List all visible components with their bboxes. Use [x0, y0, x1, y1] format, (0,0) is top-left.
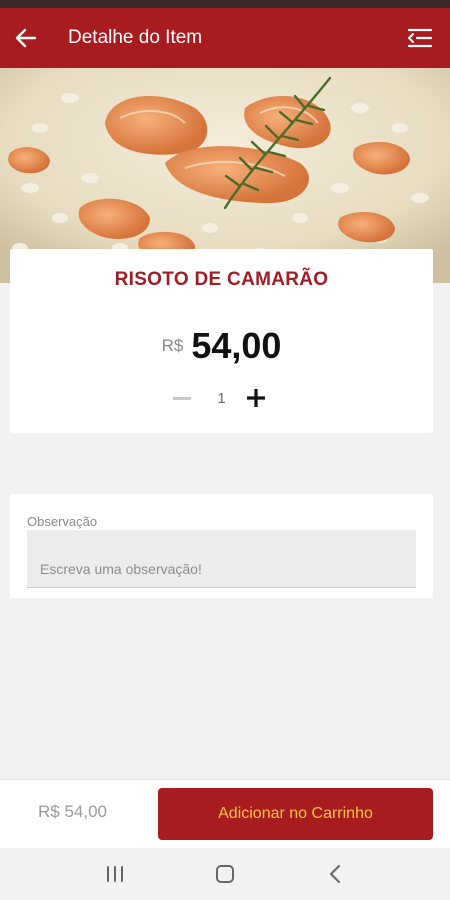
menu-lines-icon [407, 28, 433, 48]
app-header: Detalhe do Item [0, 8, 450, 68]
total-price: R$ 54,00 [38, 802, 107, 821]
price-currency: R$ [161, 336, 184, 355]
back-button[interactable] [4, 16, 48, 60]
recent-apps-icon [107, 866, 123, 882]
price-value: 54,00 [191, 325, 282, 366]
recent-apps-button[interactable] [95, 854, 135, 894]
home-button[interactable] [205, 854, 245, 894]
item-card: RISOTO DE CAMARÃO R$ 54,00 1 [10, 249, 433, 433]
increase-quantity-button[interactable] [241, 385, 271, 411]
back-chevron-icon [330, 865, 340, 883]
quantity-value: 1 [217, 389, 226, 407]
quantity-stepper: 1 [10, 385, 433, 411]
add-to-cart-button[interactable]: Adicionar no Carrinho [158, 788, 433, 840]
system-navigation-bar [0, 848, 450, 900]
home-icon [216, 865, 234, 883]
menu-button[interactable] [398, 16, 442, 60]
plus-icon [246, 389, 265, 407]
observation-label: Observação [27, 514, 98, 529]
decrease-quantity-button[interactable] [172, 396, 191, 400]
arrow-left-icon [15, 28, 37, 48]
item-price: R$ 54,00 [10, 325, 433, 367]
observation-input[interactable] [27, 530, 416, 588]
item-name: RISOTO DE CAMARÃO [114, 269, 329, 290]
status-bar [0, 0, 450, 8]
page-title: Detalhe do Item [68, 27, 203, 48]
cart-footer: R$ 54,00 Adicionar no Carrinho [0, 779, 450, 848]
observation-card: Observação [10, 494, 433, 598]
system-back-button[interactable] [315, 854, 355, 894]
